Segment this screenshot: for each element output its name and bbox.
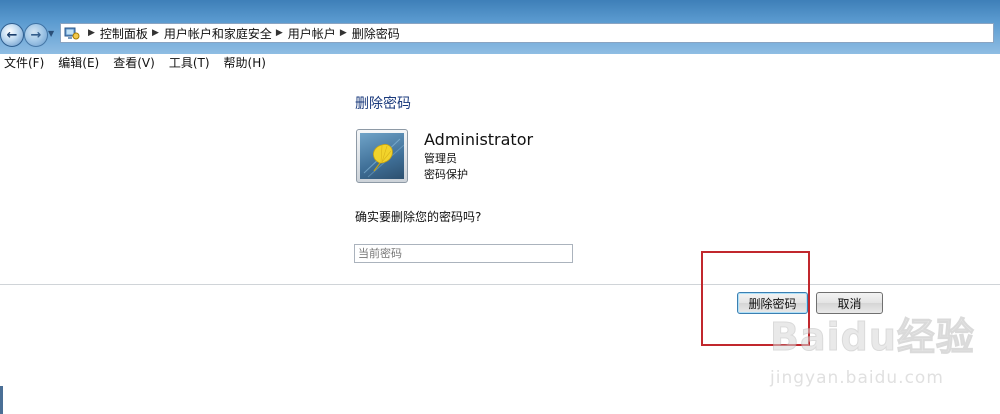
- menu-help[interactable]: 帮助(H): [224, 54, 266, 71]
- breadcrumb-control-panel[interactable]: 控制面板: [100, 25, 148, 42]
- window-edge: [0, 386, 3, 414]
- watermark: Baidu经验 jingyan.baidu.com: [770, 306, 995, 410]
- forward-arrow-icon: →: [30, 27, 42, 43]
- divider: [0, 284, 1000, 285]
- address-bar[interactable]: ▶ 控制面板 ▶ 用户帐户和家庭安全 ▶ 用户帐户 ▶ 删除密码: [60, 23, 994, 43]
- forward-button[interactable]: →: [24, 23, 48, 47]
- watermark-url: jingyan.baidu.com: [770, 368, 944, 388]
- menu-bar: 文件(F) 编辑(E) 查看(V) 工具(T) 帮助(H): [0, 54, 1000, 71]
- menu-view[interactable]: 查看(V): [113, 54, 155, 71]
- back-button[interactable]: ←: [0, 23, 24, 47]
- breadcrumb-remove-password[interactable]: 删除密码: [352, 25, 400, 42]
- chevron-right-icon[interactable]: ▶: [340, 28, 347, 38]
- avatar: [356, 129, 408, 183]
- control-panel-icon: [64, 25, 80, 41]
- back-arrow-icon: ←: [6, 27, 18, 43]
- chevron-right-icon[interactable]: ▶: [88, 28, 95, 38]
- chevron-right-icon[interactable]: ▶: [152, 28, 159, 38]
- chevron-right-icon[interactable]: ▶: [276, 28, 283, 38]
- current-password-input[interactable]: [354, 244, 573, 263]
- menu-tools[interactable]: 工具(T): [169, 54, 210, 71]
- user-name: Administrator: [424, 130, 534, 149]
- menu-file[interactable]: 文件(F): [4, 54, 44, 71]
- breadcrumb-user-accounts-family-safety[interactable]: 用户帐户和家庭安全: [164, 25, 272, 42]
- ginkgo-leaf-picture-icon: [360, 133, 404, 179]
- baidu-watermark-logo: Baidu经验: [770, 315, 975, 360]
- menu-edit[interactable]: 编辑(E): [58, 54, 99, 71]
- history-dropdown-icon[interactable]: ▼: [48, 29, 54, 38]
- page-title: 删除密码: [355, 96, 411, 112]
- user-role: 管理员: [424, 152, 457, 165]
- password-status: 密码保护: [424, 168, 468, 181]
- window-titlebar: ← → ▼ ▶ 控制面板 ▶ 用户帐户和家庭安全 ▶ 用户帐户 ▶ 删除密码: [0, 0, 1000, 54]
- confirm-question: 确实要删除您的密码吗?: [355, 210, 482, 224]
- breadcrumb-user-accounts[interactable]: 用户帐户: [288, 25, 336, 42]
